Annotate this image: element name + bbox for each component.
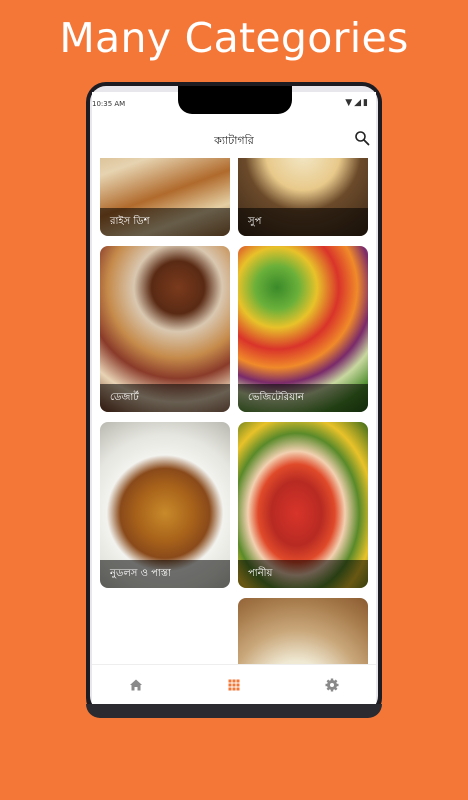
status-bar: 10:35 AM ▼◢▮ xyxy=(92,98,376,112)
settings-icon[interactable] xyxy=(322,675,342,695)
battery-icon: ▮ xyxy=(363,98,370,108)
search-icon[interactable] xyxy=(354,130,370,146)
app-bar: ক্যাটাগরি xyxy=(92,126,376,154)
grid-icon[interactable] xyxy=(224,675,244,695)
category-card[interactable] xyxy=(238,598,368,664)
bottom-navigation xyxy=(92,664,376,705)
category-card[interactable] xyxy=(100,598,230,664)
category-label: সুপ xyxy=(238,208,368,236)
promo-headline: Many Categories xyxy=(59,14,409,62)
category-card-noodles[interactable]: নুডলস ও পাস্তা xyxy=(100,422,230,588)
category-card-soup[interactable]: সুপ xyxy=(238,158,368,236)
wifi-icon: ▼ xyxy=(345,98,355,108)
category-label: ভেজিটেরিয়ান xyxy=(238,384,368,412)
page-title: ক্যাটাগরি xyxy=(214,134,254,147)
signal-icon: ◢ xyxy=(354,98,364,108)
category-label: ডেজার্ট xyxy=(100,384,230,412)
category-label: পানীয় xyxy=(238,560,368,588)
category-label: রাইস ডিশ xyxy=(100,208,230,236)
phone-bottom-bezel xyxy=(86,704,382,718)
category-card-dessert[interactable]: ডেজার্ট xyxy=(100,246,230,412)
category-grid: রাইস ডিশ সুপ ডেজার্ট ভেজিটেরিয়ান নুডলস … xyxy=(92,158,376,664)
category-label: নুডলস ও পাস্তা xyxy=(100,560,230,588)
status-icons: ▼◢▮ xyxy=(345,98,370,108)
status-time: 10:35 AM xyxy=(92,100,126,108)
category-card-vegetarian[interactable]: ভেজিটেরিয়ান xyxy=(238,246,368,412)
home-icon[interactable] xyxy=(126,675,146,695)
category-card-rice[interactable]: রাইস ডিশ xyxy=(100,158,230,236)
category-card-drinks[interactable]: পানীয় xyxy=(238,422,368,588)
